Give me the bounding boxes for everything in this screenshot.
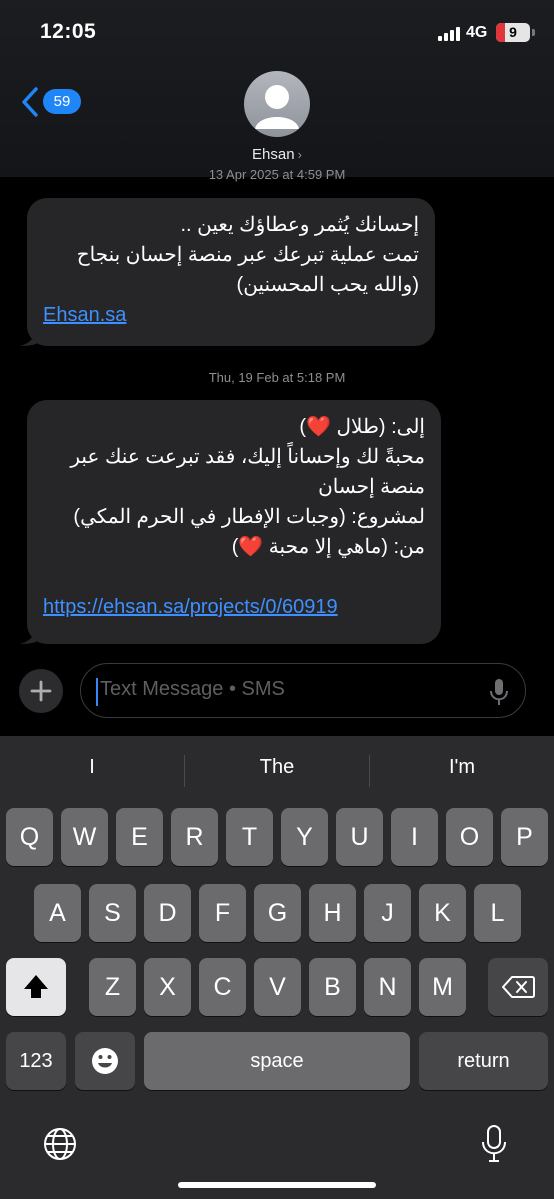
suggestion-1[interactable]: I [0, 756, 184, 779]
message-line: محبةً لك وإحساناً إليك، فقد تبرعت عنك عب… [70, 446, 425, 468]
message-line: إلى: (طلال ❤️) [299, 416, 425, 438]
network-type: 4G [466, 24, 488, 41]
key-q[interactable]: Q [6, 808, 53, 866]
key-w[interactable]: W [61, 808, 108, 866]
key-l[interactable]: L [474, 884, 521, 942]
numbers-key[interactable]: 123 [6, 1032, 66, 1090]
key-v[interactable]: V [254, 958, 301, 1016]
person-avatar-icon[interactable] [244, 71, 310, 137]
message-bubble[interactable]: إحسانك يُثمر وعطاؤك يعين .. تمت عملية تب… [27, 198, 435, 346]
plus-icon[interactable] [19, 669, 63, 713]
battery-level: 9 [509, 24, 517, 40]
contact-chevron-icon: › [297, 147, 302, 162]
key-i[interactable]: I [391, 808, 438, 866]
key-b[interactable]: B [309, 958, 356, 1016]
globe-icon[interactable] [42, 1126, 78, 1162]
key-t[interactable]: T [226, 808, 273, 866]
message-link[interactable]: https://ehsan.sa/projects/0/60919 [43, 592, 425, 622]
key-f[interactable]: F [199, 884, 246, 942]
dictation-icon[interactable] [481, 1124, 507, 1164]
emoji-icon[interactable] [75, 1032, 135, 1090]
message-timestamp: 13 Apr 2025 at 4:59 PM [208, 167, 346, 182]
key-y[interactable]: Y [281, 808, 328, 866]
key-n[interactable]: N [364, 958, 411, 1016]
text-cursor [96, 678, 98, 706]
key-r[interactable]: R [171, 808, 218, 866]
key-j[interactable]: J [364, 884, 411, 942]
key-o[interactable]: O [446, 808, 493, 866]
key-d[interactable]: D [144, 884, 191, 942]
battery-icon: 9 [496, 23, 530, 42]
message-bubble[interactable]: إلى: (طلال ❤️) محبةً لك وإحساناً إليك، ف… [27, 400, 441, 644]
suggestion-3[interactable]: I'm [370, 756, 554, 779]
status-time: 12:05 [40, 20, 97, 43]
message-line: تمت عملية تبرعك عبر منصة إحسان بنجاح [76, 244, 419, 266]
cellular-signal-icon [438, 27, 460, 41]
key-s[interactable]: S [89, 884, 136, 942]
message-line: (والله يحب المحسنين) [236, 274, 419, 296]
message-line: منصة إحسان [318, 476, 425, 498]
suggestion-2[interactable]: The [185, 756, 369, 779]
key-z[interactable]: Z [89, 958, 136, 1016]
message-line: إحسانك يُثمر وعطاؤك يعين .. [180, 214, 419, 236]
message-line: من: (ماهي إلا محبة ❤️) [231, 536, 425, 558]
message-line: لمشروع: (وجبات الإفطار في الحرم المكي) [73, 506, 425, 528]
key-u[interactable]: U [336, 808, 383, 866]
key-h[interactable]: H [309, 884, 356, 942]
key-x[interactable]: X [144, 958, 191, 1016]
contact-name-row[interactable]: Ehsan › [0, 146, 554, 163]
contact-name: Ehsan [252, 146, 295, 163]
return-key[interactable]: return [419, 1032, 548, 1090]
key-m[interactable]: M [419, 958, 466, 1016]
key-p[interactable]: P [501, 808, 548, 866]
space-key[interactable]: space [144, 1032, 410, 1090]
home-indicator [178, 1182, 376, 1188]
key-a[interactable]: A [34, 884, 81, 942]
shift-icon[interactable] [6, 958, 66, 1016]
status-bar: 12:05 4G 9 [0, 0, 554, 60]
back-chevron-icon[interactable] [20, 86, 40, 118]
delete-icon[interactable] [488, 958, 548, 1016]
key-k[interactable]: K [419, 884, 466, 942]
message-link[interactable]: Ehsan.sa [43, 300, 419, 330]
unread-count-badge[interactable]: 59 [43, 89, 81, 114]
message-placeholder: Text Message • SMS [100, 678, 285, 700]
key-c[interactable]: C [199, 958, 246, 1016]
key-g[interactable]: G [254, 884, 301, 942]
message-timestamp: Thu, 19 Feb at 5:18 PM [208, 370, 346, 385]
key-e[interactable]: E [116, 808, 163, 866]
microphone-icon[interactable] [488, 678, 510, 706]
